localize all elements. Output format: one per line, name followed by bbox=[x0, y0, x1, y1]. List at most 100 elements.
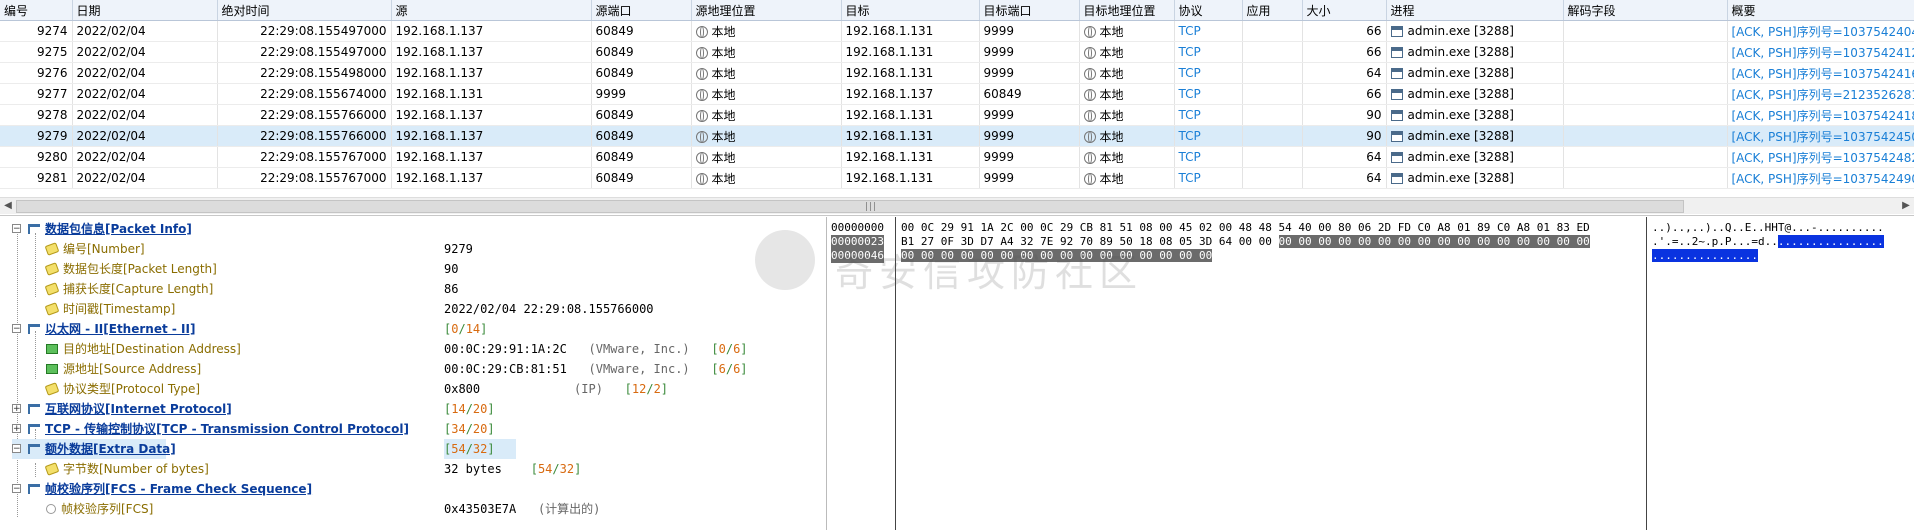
cell-summary: [ACK, PSH]序列号=2123526281, bbox=[1727, 83, 1914, 105]
col-summary[interactable]: 概要 bbox=[1727, 0, 1914, 21]
tree-node-packet-info[interactable]: − 数据包信息[Packet Info] bbox=[12, 219, 192, 239]
collapse-icon[interactable]: − bbox=[12, 484, 21, 494]
hex-bytes-2[interactable]: 00 00 00 00 00 00 00 00 00 00 00 00 00 0… bbox=[901, 249, 1213, 263]
collapse-icon[interactable]: − bbox=[12, 444, 21, 454]
cell-summary: [ACK, PSH]序列号=1037542404, bbox=[1727, 20, 1914, 42]
cell-decode bbox=[1563, 62, 1728, 84]
cell-sport: 60849 bbox=[591, 62, 692, 84]
table-row[interactable]: 9281 2022/02/04 22:29:08.155767000 192.168.… bbox=[0, 167, 1914, 189]
cell-dgeo: 本地 bbox=[1079, 167, 1175, 189]
collapse-icon[interactable]: − bbox=[12, 324, 21, 334]
cell-dgeo: 本地 bbox=[1079, 41, 1175, 63]
header-row: 编号 日期 绝对时间 源 源端口 源地理位置 目标 目标端口 目标地理位置 协议… bbox=[0, 0, 1914, 21]
cell-time: 22:29:08.155497000 bbox=[217, 41, 392, 63]
col-size[interactable]: 大小 bbox=[1302, 0, 1387, 21]
col-decode-field[interactable]: 解码字段 bbox=[1563, 0, 1728, 21]
cell-no: 9277 bbox=[0, 83, 73, 105]
tree-node-tcp[interactable]: + TCP - 传输控制协议[TCP - Transmission Contro… bbox=[12, 419, 409, 439]
field-icon bbox=[44, 462, 60, 476]
table-row[interactable]: 9277 2022/02/04 22:29:08.155674000 192.168.… bbox=[0, 83, 1914, 105]
cell-src: 192.168.1.137 bbox=[391, 20, 592, 42]
cell-sport: 60849 bbox=[591, 167, 692, 189]
col-destination-port[interactable]: 目标端口 bbox=[979, 0, 1080, 21]
section-icon bbox=[28, 484, 40, 494]
cell-sgeo: 本地 bbox=[691, 83, 842, 105]
cell-decode bbox=[1563, 125, 1728, 147]
expand-icon[interactable]: + bbox=[12, 424, 21, 434]
hex-ascii-2[interactable]: ................ bbox=[1652, 249, 1758, 263]
globe-icon bbox=[1083, 88, 1096, 101]
table-row[interactable]: 9279 2022/02/04 22:29:08.155766000 192.168.… bbox=[0, 125, 1914, 147]
scrollbar-thumb[interactable]: ||| bbox=[16, 200, 1684, 213]
tree-node-extra-data[interactable]: − 额外数据[Extra Data] bbox=[12, 439, 176, 459]
col-number[interactable]: 编号 bbox=[0, 0, 73, 21]
scroll-left-icon[interactable]: ◀ bbox=[1, 199, 15, 213]
field-icon bbox=[44, 302, 60, 316]
cell-proc: admin.exe [3288] bbox=[1386, 167, 1564, 189]
capture-length-value: 86 bbox=[444, 282, 459, 296]
col-destination-geo[interactable]: 目标地理位置 bbox=[1079, 0, 1175, 21]
tree-node-internet-protocol[interactable]: + 互联网协议[Internet Protocol] bbox=[12, 399, 232, 419]
col-source-geo[interactable]: 源地理位置 bbox=[691, 0, 842, 21]
col-protocol[interactable]: 协议 bbox=[1174, 0, 1243, 21]
tree-node-ethernet[interactable]: − 以太网 - II[Ethernet - II] bbox=[12, 319, 195, 339]
tree-field-destination-address[interactable]: 目的地址[Destination Address] bbox=[46, 339, 241, 359]
cell-no: 9280 bbox=[0, 146, 73, 168]
hex-ascii-0[interactable]: ..)..,..)..Q..E..HHT@...-.......... bbox=[1652, 221, 1884, 235]
cell-proto: TCP bbox=[1174, 146, 1243, 168]
tree-field-packet-length[interactable]: 数据包长度[Packet Length] bbox=[44, 259, 217, 279]
tree-node-fcs[interactable]: − 帧校验序列[FCS - Frame Check Sequence] bbox=[12, 479, 312, 499]
tree-field-number[interactable]: 编号[Number] bbox=[44, 239, 145, 259]
cell-dport: 9999 bbox=[979, 104, 1080, 126]
col-source-port[interactable]: 源端口 bbox=[591, 0, 692, 21]
hex-dump-panel[interactable]: 00000000 00 0C 29 91 1A 2C 00 0C 29 CB 8… bbox=[828, 217, 1914, 530]
fcs-value: 0x43503E7A (计算出的) bbox=[444, 502, 601, 516]
expand-icon[interactable]: + bbox=[12, 404, 21, 414]
tree-field-protocol-type[interactable]: 协议类型[Protocol Type] bbox=[44, 379, 200, 399]
table-row[interactable]: 9275 2022/02/04 22:29:08.155497000 192.168.… bbox=[0, 41, 1914, 63]
cell-proto: TCP bbox=[1174, 125, 1243, 147]
col-process[interactable]: 进程 bbox=[1386, 0, 1564, 21]
source-address-value: 00:0C:29:CB:81:51 (VMware, Inc.) [6/6] bbox=[444, 362, 748, 376]
col-application[interactable]: 应用 bbox=[1242, 0, 1303, 21]
hex-ascii-1[interactable]: .'.=..2~.p.P...=d.................. bbox=[1652, 235, 1884, 249]
tree-field-capture-length[interactable]: 捕获长度[Capture Length] bbox=[44, 279, 213, 299]
hex-bytes-0[interactable]: 00 0C 29 91 1A 2C 00 0C 29 CB 81 51 08 0… bbox=[901, 221, 1590, 235]
tree-field-timestamp[interactable]: 时间戳[Timestamp] bbox=[44, 299, 175, 319]
tree-field-number-of-bytes[interactable]: 字节数[Number of bytes] bbox=[44, 459, 209, 479]
globe-icon bbox=[695, 67, 708, 80]
cell-dgeo: 本地 bbox=[1079, 62, 1175, 84]
cell-summary: [ACK, PSH]序列号=1037542418, bbox=[1727, 104, 1914, 126]
cell-sport: 9999 bbox=[591, 83, 692, 105]
ethernet-range: [0/14] bbox=[444, 322, 488, 336]
col-absolute-time[interactable]: 绝对时间 bbox=[217, 0, 392, 21]
table-row[interactable]: 9278 2022/02/04 22:29:08.155766000 192.168.… bbox=[0, 104, 1914, 126]
table-row[interactable]: 9280 2022/02/04 22:29:08.155767000 192.168.… bbox=[0, 146, 1914, 168]
cell-summary: [ACK, PSH]序列号=1037542490, bbox=[1727, 167, 1914, 189]
cell-proc: admin.exe [3288] bbox=[1386, 83, 1564, 105]
cell-src: 192.168.1.137 bbox=[391, 125, 592, 147]
process-window-icon bbox=[1390, 152, 1403, 163]
tree-field-source-address[interactable]: 源地址[Source Address] bbox=[46, 359, 201, 379]
hex-bytes-1[interactable]: B1 27 0F 3D D7 A4 32 7E 92 70 89 50 18 0… bbox=[901, 235, 1590, 249]
packet-list[interactable]: 编号 日期 绝对时间 源 源端口 源地理位置 目标 目标端口 目标地理位置 协议… bbox=[0, 0, 1914, 216]
cell-src: 192.168.1.137 bbox=[391, 104, 592, 126]
table-row[interactable]: 9274 2022/02/04 22:29:08.155497000 192.168.… bbox=[0, 20, 1914, 42]
col-source[interactable]: 源 bbox=[391, 0, 592, 21]
collapse-icon[interactable]: − bbox=[12, 224, 21, 234]
cell-size: 66 bbox=[1302, 41, 1387, 63]
cell-no: 9279 bbox=[0, 125, 73, 147]
process-window-icon bbox=[1390, 47, 1403, 58]
process-window-icon bbox=[1390, 173, 1403, 184]
cell-no: 9274 bbox=[0, 20, 73, 42]
col-date[interactable]: 日期 bbox=[72, 0, 218, 21]
address-icon bbox=[46, 344, 58, 354]
packet-decode-tree[interactable]: − 数据包信息[Packet Info] 编号[Number] 9279 数据包… bbox=[0, 217, 827, 530]
col-destination[interactable]: 目标 bbox=[841, 0, 980, 21]
horizontal-scrollbar[interactable]: ◀ ||| ▶ bbox=[0, 197, 1914, 214]
tree-field-fcs[interactable]: 帧校验序列[FCS] bbox=[46, 499, 153, 519]
scroll-right-icon[interactable]: ▶ bbox=[1899, 199, 1913, 213]
field-icon bbox=[44, 282, 60, 296]
table-row[interactable]: 9276 2022/02/04 22:29:08.155498000 192.168.… bbox=[0, 62, 1914, 84]
cell-proc: admin.exe [3288] bbox=[1386, 20, 1564, 42]
